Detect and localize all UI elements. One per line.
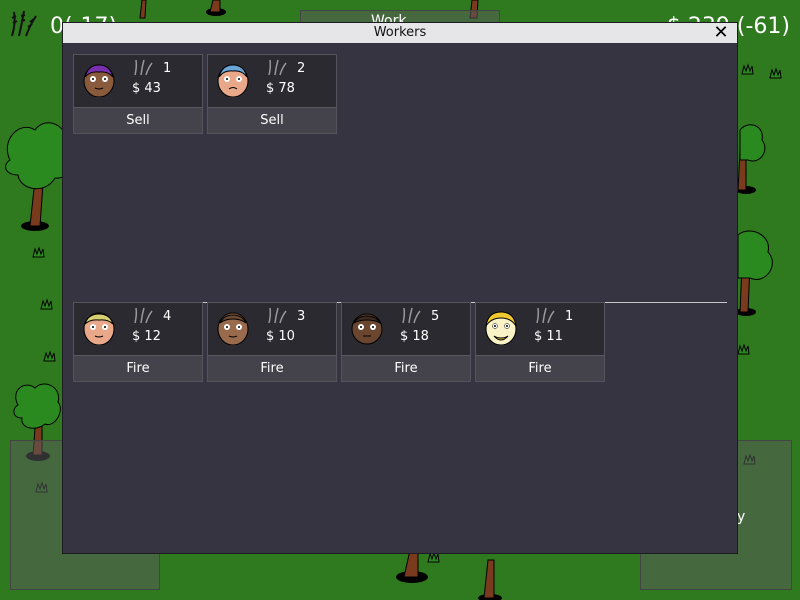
worker-face-icon	[83, 312, 115, 345]
wheat-icon	[402, 307, 421, 324]
worker-card: 3 $ 10 Fire	[207, 302, 337, 382]
window-title: Workers	[373, 25, 427, 40]
worker-card: 1 $ 11 Fire	[475, 302, 605, 382]
worker-count: 1	[163, 61, 172, 76]
wheat-icon	[268, 59, 287, 76]
fire-button[interactable]: Fire	[342, 355, 470, 381]
fire-button[interactable]: Fire	[476, 355, 604, 381]
worker-card: 5 $ 18 Fire	[341, 302, 471, 382]
workers-window: Workers ✕ 1 $ 43 Sell 2 $ 78 Sell 4 $ 12…	[62, 22, 738, 554]
worker-count: 1	[565, 309, 574, 324]
wheat-icon	[11, 10, 37, 37]
wheat-icon	[536, 307, 555, 324]
sell-button[interactable]: Sell	[74, 107, 202, 133]
window-title-bar[interactable]: Workers ✕	[63, 23, 737, 43]
worker-count: 5	[431, 309, 440, 324]
fire-button[interactable]: Fire	[74, 355, 202, 381]
worker-count: 4	[163, 309, 172, 324]
building-panel-right-label: y	[737, 509, 746, 525]
worker-price: $ 10	[266, 329, 295, 344]
worker-face-icon	[83, 64, 115, 97]
worker-price: $ 18	[400, 329, 429, 344]
worker-card: 4 $ 12 Fire	[73, 302, 203, 382]
worker-card: 2 $ 78 Sell	[207, 54, 337, 134]
close-icon[interactable]: ✕	[711, 23, 731, 43]
worker-count: 3	[297, 309, 306, 324]
worker-face-icon	[485, 311, 517, 345]
worker-card: 1 $ 43 Sell	[73, 54, 203, 134]
worker-face-icon	[217, 64, 249, 97]
worker-price: $ 78	[266, 81, 295, 96]
wheat-icon	[134, 307, 153, 324]
sell-button[interactable]: Sell	[208, 107, 336, 133]
wheat-icon	[268, 307, 287, 324]
worker-face-icon	[217, 312, 249, 345]
wheat-icon	[134, 59, 153, 76]
worker-price: $ 43	[132, 81, 161, 96]
worker-price: $ 12	[132, 329, 161, 344]
worker-count: 2	[297, 61, 306, 76]
worker-price: $ 11	[534, 329, 563, 344]
fire-button[interactable]: Fire	[208, 355, 336, 381]
worker-face-icon	[351, 313, 383, 345]
